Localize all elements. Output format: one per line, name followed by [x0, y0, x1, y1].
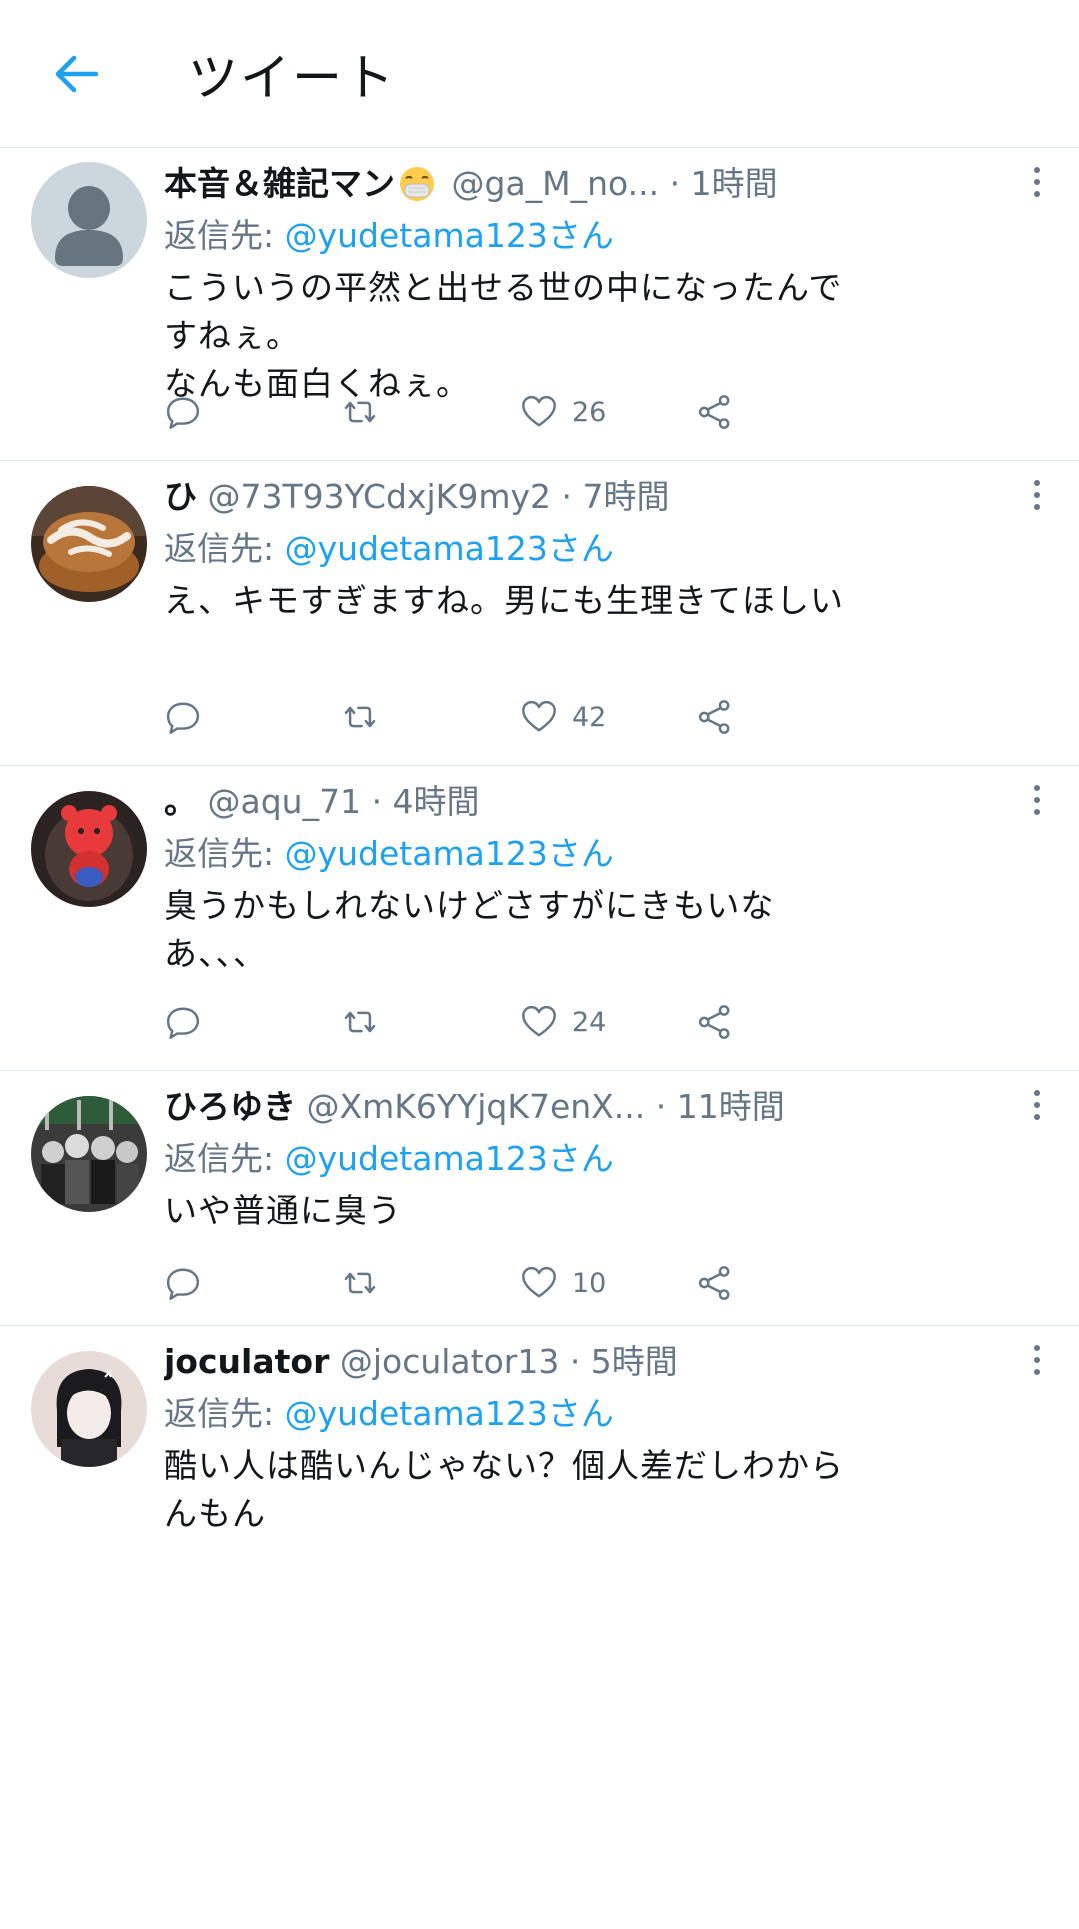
like-count: 42	[572, 701, 607, 733]
tweet-header: 。 @aqu_71 · 4時間	[164, 774, 1059, 830]
reply-button[interactable]	[164, 1253, 202, 1313]
heart-icon	[522, 1266, 556, 1298]
like-button[interactable]: 10	[520, 1253, 606, 1313]
reply-to-link[interactable]: @yudetama123さん	[285, 216, 614, 255]
action-bar: 24	[164, 992, 884, 1052]
tweet-reply[interactable]: ひ @73T93YCdxjK9my2 · 7時間 返信先: @yudetama1…	[0, 461, 1079, 766]
handle-and-time: @joculator13 · 5時間	[339, 1342, 678, 1381]
more-options-icon[interactable]	[1019, 477, 1055, 517]
action-bar: 10	[164, 1253, 884, 1313]
share-icon	[698, 1005, 730, 1039]
like-button[interactable]: 24	[520, 992, 606, 1052]
display-name[interactable]: ひ	[164, 477, 197, 516]
share-button[interactable]	[696, 687, 734, 747]
more-options-icon[interactable]	[1019, 1342, 1055, 1382]
action-bar: 26	[164, 382, 884, 442]
handle-and-time: @ga_M_no... · 1時間	[451, 164, 778, 203]
reply-icon	[166, 1007, 200, 1039]
reply-icon	[166, 1268, 200, 1300]
retweet-button[interactable]	[340, 1253, 380, 1313]
reply-prefix: 返信先:	[164, 834, 285, 873]
like-button[interactable]: 26	[520, 382, 606, 442]
avatar[interactable]	[31, 162, 147, 278]
tweet-text: 酷い人は酷いんじゃない？個人差だしわからんもん	[164, 1446, 844, 1533]
reply-prefix: 返信先:	[164, 216, 285, 255]
retweet-button[interactable]	[340, 687, 380, 747]
share-icon	[698, 1266, 730, 1300]
tweet-header: joculator @joculator13 · 5時間	[164, 1334, 1059, 1390]
avatar[interactable]	[31, 1351, 147, 1467]
reply-prefix: 返信先:	[164, 529, 285, 568]
display-name[interactable]: 。	[164, 782, 197, 821]
heart-icon	[522, 395, 556, 427]
tweet-replies-screen: ツイート 本音＆雑記マン @ga_M_no... · 1時間 返信先: @yud…	[0, 0, 1079, 1929]
heart-icon	[522, 700, 556, 732]
display-name[interactable]: joculator	[164, 1342, 329, 1381]
like-count: 10	[572, 1267, 607, 1299]
more-options-icon[interactable]	[1019, 164, 1055, 204]
reply-prefix: 返信先:	[164, 1139, 285, 1178]
retweet-icon	[344, 401, 376, 423]
share-icon	[698, 700, 730, 734]
tweet-reply[interactable]: joculator @joculator13 · 5時間 返信先: @yudet…	[0, 1326, 1079, 1626]
handle-and-time: @aqu_71 · 4時間	[207, 782, 480, 821]
mask-face-emoji-icon	[397, 164, 437, 202]
reply-button[interactable]	[164, 992, 202, 1052]
action-bar: 42	[164, 687, 884, 747]
like-count: 26	[572, 396, 607, 428]
share-icon	[698, 395, 730, 429]
tweet-text: いや普通に臭う	[164, 1191, 402, 1230]
like-count: 24	[572, 1006, 607, 1038]
handle-and-time: @XmK6YYjqK7enX... · 11時間	[306, 1087, 785, 1126]
more-options-icon[interactable]	[1019, 1087, 1055, 1127]
share-button[interactable]	[696, 1253, 734, 1313]
display-name[interactable]: 本音＆雑記マン	[164, 164, 395, 203]
retweet-button[interactable]	[340, 992, 380, 1052]
like-button[interactable]: 42	[520, 687, 606, 747]
reply-context: 返信先: @yudetama123さん	[164, 212, 1059, 260]
reply-button[interactable]	[164, 687, 202, 747]
tweet-reply[interactable]: ひろゆき @XmK6YYjqK7enX... · 11時間 返信先: @yude…	[0, 1071, 1079, 1326]
reply-to-link[interactable]: @yudetama123さん	[285, 1139, 614, 1178]
avatar[interactable]	[31, 1096, 147, 1212]
avatar[interactable]	[31, 791, 147, 907]
retweet-icon	[344, 1011, 376, 1033]
reply-prefix: 返信先:	[164, 1394, 285, 1433]
tweet-header: 本音＆雑記マン @ga_M_no... · 1時間	[164, 156, 1059, 212]
share-button[interactable]	[696, 382, 734, 442]
share-button[interactable]	[696, 992, 734, 1052]
retweet-icon	[344, 1272, 376, 1294]
tweet-text: え、キモすぎますね。男にも生理きてほしい	[164, 581, 844, 620]
tweet-header: ひ @73T93YCdxjK9my2 · 7時間	[164, 469, 1059, 525]
tweet-header: ひろゆき @XmK6YYjqK7enX... · 11時間	[164, 1079, 1059, 1135]
more-options-icon[interactable]	[1019, 782, 1055, 822]
reply-icon	[166, 397, 200, 429]
back-arrow-icon[interactable]	[48, 46, 104, 102]
display-name[interactable]: ひろゆき	[164, 1087, 296, 1126]
retweet-button[interactable]	[340, 382, 380, 442]
reply-to-link[interactable]: @yudetama123さん	[285, 834, 614, 873]
handle-and-time: @73T93YCdxjK9my2 · 7時間	[207, 477, 670, 516]
retweet-icon	[344, 706, 376, 728]
reply-button[interactable]	[164, 382, 202, 442]
tweet-reply[interactable]: 。 @aqu_71 · 4時間 返信先: @yudetama123さん 臭うかも…	[0, 766, 1079, 1071]
reply-to-link[interactable]: @yudetama123さん	[285, 1394, 614, 1433]
top-bar: ツイート	[0, 0, 1079, 148]
heart-icon	[522, 1005, 556, 1037]
reply-to-link[interactable]: @yudetama123さん	[285, 529, 614, 568]
reply-context: 返信先: @yudetama123さん	[164, 525, 1059, 573]
tweet-reply[interactable]: 本音＆雑記マン @ga_M_no... · 1時間 返信先: @yudetama…	[0, 148, 1079, 461]
reply-icon	[166, 702, 200, 734]
reply-context: 返信先: @yudetama123さん	[164, 1135, 1059, 1183]
tweet-text: 臭うかもしれないけどさすがにきもいなあ、、、	[164, 886, 775, 973]
page-title: ツイート	[188, 48, 396, 107]
avatar[interactable]	[31, 486, 147, 602]
reply-context: 返信先: @yudetama123さん	[164, 830, 1059, 878]
reply-context: 返信先: @yudetama123さん	[164, 1390, 1059, 1438]
